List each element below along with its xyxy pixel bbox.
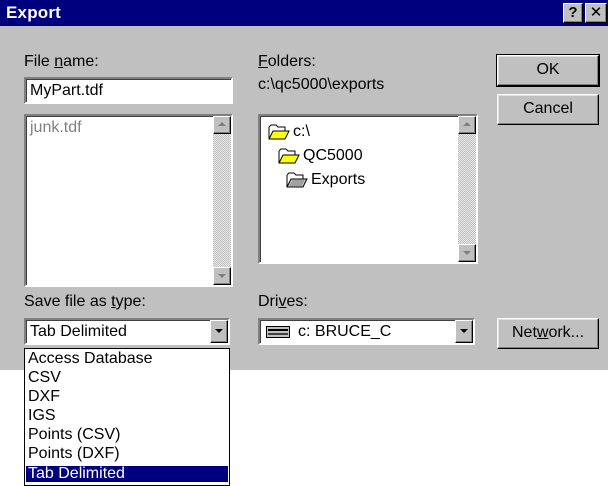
open-folder-icon [268, 124, 290, 140]
file-list-scrollbar[interactable] [213, 116, 231, 285]
save-type-option[interactable]: CSV [26, 370, 228, 386]
save-type-option[interactable]: IGS [26, 408, 228, 424]
chevron-down-icon [215, 329, 223, 333]
file-list[interactable]: junk.tdf [24, 114, 233, 287]
file-list-item[interactable]: junk.tdf [30, 119, 82, 137]
close-button[interactable]: ✕ [585, 3, 607, 23]
save-type-value: Tab Delimited [30, 323, 127, 340]
drives-value: c: BRUCE_C [298, 323, 392, 340]
scroll-down-button[interactable] [458, 244, 476, 262]
scroll-down-button[interactable] [213, 267, 231, 285]
title-bar[interactable]: Export ? ✕ [0, 0, 608, 26]
drives-dropdown-button[interactable] [455, 320, 473, 343]
save-type-option[interactable]: Access Database [26, 351, 228, 367]
arrow-down-icon [218, 274, 226, 278]
folders-tree[interactable]: c:\ QC5000 Exports [258, 114, 478, 264]
help-button[interactable]: ? [563, 3, 583, 23]
drives-label: Drives: [258, 293, 308, 310]
close-icon: ✕ [589, 4, 603, 21]
folders-scrollbar[interactable] [458, 116, 476, 262]
network-button[interactable]: Network... [497, 318, 599, 349]
file-name-input[interactable]: MyPart.tdf [24, 77, 233, 104]
arrow-down-icon [463, 251, 471, 255]
save-type-option-selected[interactable]: Tab Delimited [26, 466, 228, 482]
scroll-up-button[interactable] [213, 116, 231, 134]
hard-drive-icon [266, 326, 290, 338]
drives-select[interactable]: c: BRUCE_C [258, 318, 475, 345]
save-type-dropdown-list[interactable]: Access Database CSV DXF IGS Points (CSV)… [24, 348, 230, 486]
open-folder-icon [278, 148, 300, 164]
current-folder-path: c:\qc5000\exports [258, 76, 385, 93]
folders-label: Folders: [258, 53, 316, 70]
arrow-up-icon [218, 122, 226, 126]
save-type-option[interactable]: DXF [26, 389, 228, 405]
save-type-option[interactable]: Points (CSV) [26, 427, 228, 443]
file-name-label: File name: [24, 53, 99, 70]
save-type-select[interactable]: Tab Delimited [24, 318, 230, 345]
cancel-button[interactable]: Cancel [497, 94, 599, 125]
arrow-up-icon [463, 122, 471, 126]
scroll-up-button[interactable] [458, 116, 476, 134]
save-type-label: Save file as type: [24, 293, 146, 310]
window-title: Export [6, 3, 62, 22]
save-type-dropdown-button[interactable] [210, 320, 228, 343]
export-dialog: Export ? ✕ File name: MyPart.tdf junk.td… [0, 0, 608, 370]
file-name-value: MyPart.tdf [30, 82, 103, 99]
ok-button[interactable]: OK [496, 54, 600, 87]
open-folder-selected-icon [286, 172, 308, 188]
chevron-down-icon [460, 329, 468, 333]
save-type-option[interactable]: Points (DXF) [26, 446, 228, 462]
